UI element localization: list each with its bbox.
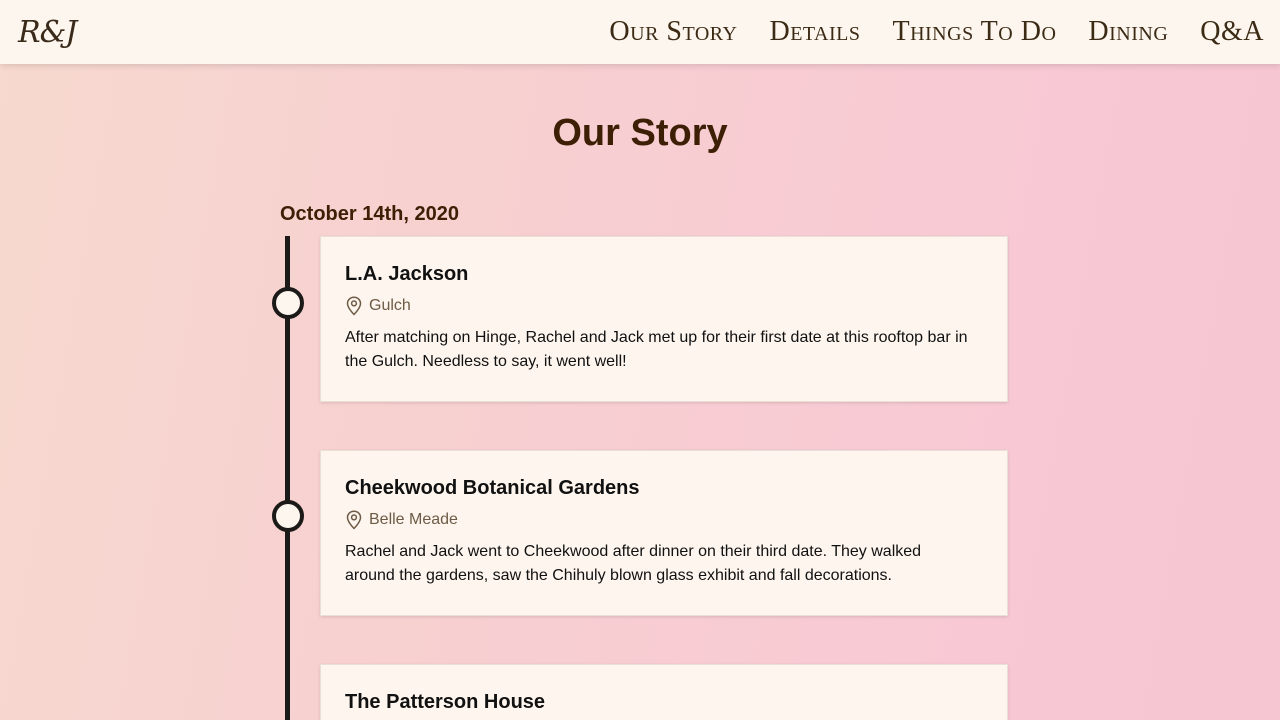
card-description: Rachel and Jack went to Cheekwood after …: [345, 543, 922, 584]
map-pin-icon: [346, 296, 362, 316]
story-card: The Patterson House: [320, 664, 1008, 720]
card-description: After matching on Hinge, Rachel and Jack…: [345, 329, 968, 370]
timeline-marker: [272, 500, 304, 532]
main-nav: Our Story Details Things To Do Dining Q&…: [577, 16, 1264, 48]
location-name: Belle Meade: [369, 511, 458, 528]
nav-qa[interactable]: Q&A: [1200, 16, 1264, 48]
nav-our-story[interactable]: Our Story: [609, 16, 737, 48]
nav-things-to-do[interactable]: Things To Do: [892, 16, 1056, 48]
timeline-marker: [272, 287, 304, 319]
logo[interactable]: R&J: [18, 15, 77, 50]
story-card: Cheekwood Botanical Gardens Belle Meade …: [320, 450, 1008, 616]
nav-dining[interactable]: Dining: [1088, 16, 1168, 48]
nav-details[interactable]: Details: [769, 16, 860, 48]
card-title: Cheekwood Botanical Gardens: [345, 477, 640, 499]
card-location: Belle Meade: [345, 510, 983, 530]
location-name: Gulch: [369, 297, 411, 314]
timeline-date: October 14th, 2020: [280, 203, 459, 225]
top-navbar: R&J Our Story Details Things To Do Dinin…: [0, 0, 1280, 64]
map-pin-icon: [346, 510, 362, 530]
page-title: Our Story: [552, 112, 728, 154]
card-title: The Patterson House: [345, 691, 546, 713]
story-card: L.A. Jackson Gulch After matching on Hin…: [320, 236, 1008, 402]
card-location: Gulch: [345, 296, 983, 316]
card-title: L.A. Jackson: [345, 263, 469, 285]
